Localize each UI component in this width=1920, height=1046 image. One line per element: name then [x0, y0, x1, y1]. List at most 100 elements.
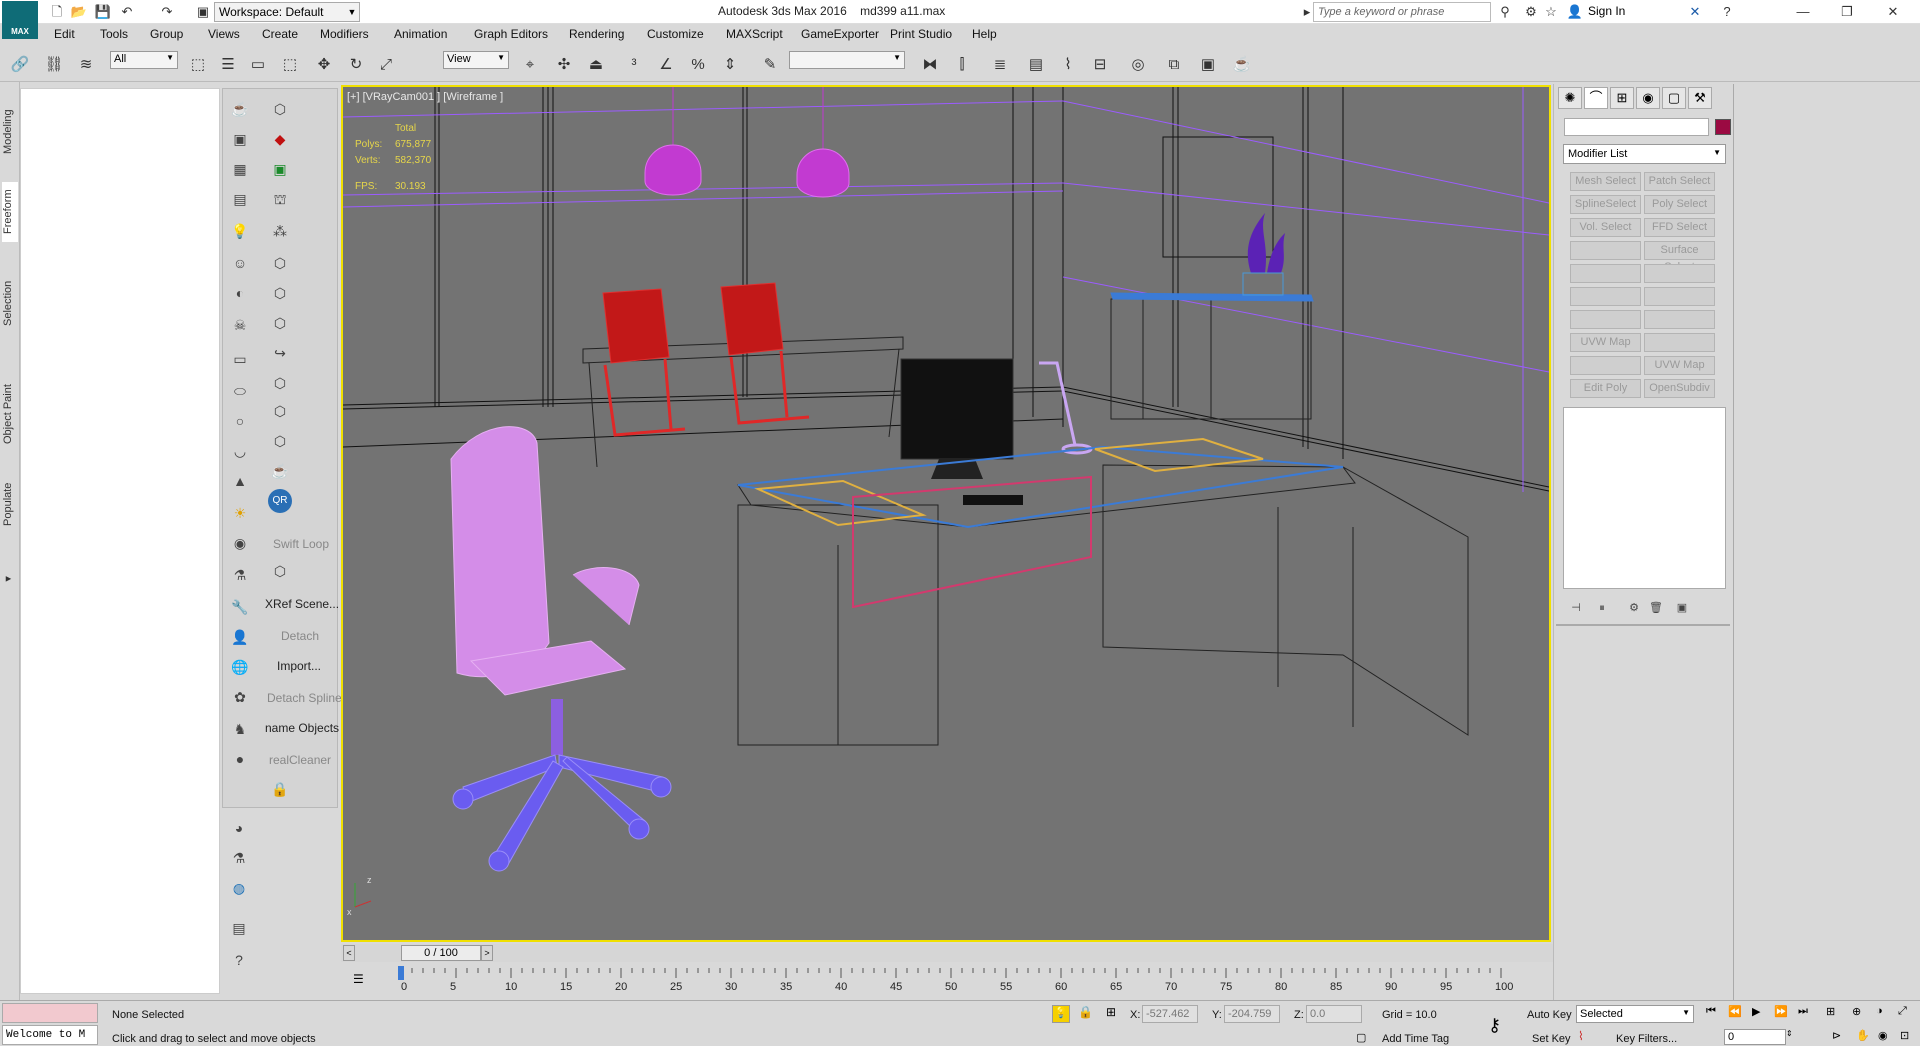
image-viewer-icon[interactable]: ▣: [228, 127, 252, 151]
make-unique-icon[interactable]: ⚙: [1622, 596, 1646, 620]
ref-coord-dropdown[interactable]: View ▼: [443, 51, 509, 69]
pivot-center-icon[interactable]: ⌖: [518, 54, 542, 76]
maxscript-output[interactable]: Welcome to M: [2, 1025, 98, 1045]
modifier-slot-button[interactable]: [1570, 356, 1641, 375]
network-icon[interactable]: ⛫: [268, 187, 292, 211]
circle-icon[interactable]: ○: [228, 409, 252, 433]
menu-rendering[interactable]: Rendering: [569, 27, 624, 41]
menu-help[interactable]: Help: [972, 27, 997, 41]
new-file-icon[interactable]: 🗋: [48, 3, 66, 21]
light-icon[interactable]: 💡: [228, 219, 252, 243]
absolute-mode-icon[interactable]: ⊞: [1106, 1005, 1116, 1019]
modifier-stack[interactable]: [1563, 407, 1726, 589]
time-slider[interactable]: < 0 / 100 >: [341, 944, 1553, 962]
previous-frame-icon[interactable]: ⏪: [1728, 1005, 1742, 1018]
current-frame-field[interactable]: 0: [1724, 1029, 1786, 1045]
menu-graph-editors[interactable]: Graph Editors: [474, 27, 548, 41]
menu-create[interactable]: Create: [262, 27, 298, 41]
surface-select-button[interactable]: Surface Select: [1644, 241, 1715, 273]
horse-icon[interactable]: ♞: [228, 717, 252, 741]
object-color-swatch[interactable]: [1715, 119, 1731, 135]
rename-objects-button[interactable]: name Objects: [265, 721, 339, 735]
render-setup-icon[interactable]: ⧉: [1162, 54, 1186, 76]
patch-select-button[interactable]: Patch Select: [1644, 172, 1715, 191]
orbit-icon[interactable]: ◑: [1876, 1005, 1883, 1017]
close-icon[interactable]: ✕: [1884, 3, 1902, 21]
globe-icon[interactable]: 🌐: [228, 655, 252, 679]
toggle-ribbon-icon[interactable]: ▤: [1024, 54, 1048, 76]
y-coordinate-field[interactable]: -204.759: [1224, 1005, 1280, 1023]
key-mode-dropdown[interactable]: Selected ▼: [1576, 1005, 1694, 1023]
search-input[interactable]: Type a keyword or phrase: [1313, 2, 1491, 22]
keyboard-shortcut-icon[interactable]: ⏏: [584, 54, 608, 76]
poly-select-button[interactable]: Poly Select: [1644, 195, 1715, 214]
teapot-icon[interactable]: ☕: [228, 97, 252, 121]
select-manipulate-icon[interactable]: ✣: [552, 54, 576, 76]
modifier-slot-button[interactable]: [1644, 310, 1715, 329]
maxscript-listener-input[interactable]: [2, 1003, 98, 1023]
zoom-extents-icon[interactable]: ⊕: [1852, 1005, 1861, 1018]
camera-icon[interactable]: ▣: [268, 157, 292, 181]
align-icon[interactable]: ⫿: [950, 54, 974, 76]
select-scale-icon[interactable]: ⤢: [374, 54, 398, 76]
flask-render-icon[interactable]: ⚗: [227, 846, 251, 870]
modifier-slot-button[interactable]: [1644, 287, 1715, 306]
render-icon[interactable]: ☕: [268, 459, 292, 483]
user-icon[interactable]: 👤: [228, 625, 252, 649]
time-configuration-icon[interactable]: ⊞: [1826, 1005, 1835, 1018]
cube-edit-icon[interactable]: ⬡: [268, 371, 292, 395]
auto-key-button[interactable]: Auto Key: [1527, 1009, 1572, 1021]
viewport-label[interactable]: [+] [VRayCam001 ] [Wireframe ]: [347, 91, 503, 103]
current-frame-marker[interactable]: [398, 966, 404, 980]
tab-object-paint[interactable]: Object Paint: [2, 374, 18, 454]
subscription-icon[interactable]: ⚙: [1522, 3, 1540, 21]
plane-icon[interactable]: ▭: [228, 347, 252, 371]
selection-lock-icon[interactable]: 🔒: [1078, 1005, 1093, 1019]
remove-modifier-icon[interactable]: 🗑: [1644, 596, 1668, 620]
play-icon[interactable]: ▶: [1752, 1005, 1760, 1018]
detach-spline-button[interactable]: Detach Spline: [267, 691, 342, 705]
maximize-toggle-icon[interactable]: ⊡: [1900, 1029, 1909, 1042]
show-end-result-icon[interactable]: ⏸: [1590, 596, 1614, 620]
help-icon[interactable]: ?: [1718, 3, 1736, 21]
goto-end-icon[interactable]: ⏭: [1798, 1005, 1808, 1018]
menu-edit[interactable]: Edit: [54, 27, 75, 41]
menu-views[interactable]: Views: [208, 27, 240, 41]
star-icon[interactable]: ☆: [1542, 3, 1560, 21]
menu-gameexporter[interactable]: GameExporter: [801, 27, 879, 41]
window-crossing-icon[interactable]: ⬚: [278, 54, 302, 76]
wrench-icon[interactable]: 🔧: [228, 595, 252, 619]
edit-poly-button[interactable]: Edit Poly: [1570, 379, 1641, 398]
unlink-icon[interactable]: ⛓: [42, 54, 66, 76]
bowl-icon[interactable]: ◡: [228, 439, 252, 463]
key-icon[interactable]: ⚷: [1488, 1015, 1501, 1036]
menu-group[interactable]: Group: [150, 27, 183, 41]
uvw-map-button[interactable]: UVW Map: [1644, 356, 1715, 375]
ellipse-icon[interactable]: ⬭: [228, 379, 252, 403]
ffd-select-button[interactable]: FFD Select: [1644, 218, 1715, 237]
link-icon[interactable]: 🔗: [8, 54, 32, 76]
uvw-map-button[interactable]: UVW Map: [1570, 333, 1641, 352]
minimize-icon[interactable]: —: [1794, 3, 1812, 21]
tab-freeform[interactable]: Freeform: [2, 182, 18, 242]
render-production-icon[interactable]: ☕: [1230, 54, 1254, 76]
snaps-toggle-icon[interactable]: ³: [622, 54, 646, 76]
lock-icon[interactable]: 🔒: [268, 777, 292, 801]
hierarchy-tab-icon[interactable]: ⊞: [1610, 87, 1634, 109]
prev-frame-arrow-icon[interactable]: <: [343, 945, 355, 961]
cube-outline-icon[interactable]: ⬡: [268, 281, 292, 305]
swift-loop-button[interactable]: Swift Loop: [273, 537, 329, 551]
script-icon[interactable]: ▤: [227, 916, 251, 940]
configure-modifier-sets-icon[interactable]: ▣: [1670, 596, 1694, 620]
workspace-dropdown[interactable]: Workspace: Default: [214, 2, 360, 22]
flask-icon[interactable]: ⚗: [228, 563, 252, 587]
calculator-icon[interactable]: ▦: [228, 157, 252, 181]
opensubdiv-button[interactable]: OpenSubdiv: [1644, 379, 1715, 398]
pin-stack-icon[interactable]: ⊣: [1564, 596, 1588, 620]
modifier-list-dropdown[interactable]: Modifier List ▼: [1563, 144, 1726, 164]
globe-render-icon[interactable]: ◍: [227, 876, 251, 900]
material-editor-icon[interactable]: ◎: [1126, 54, 1150, 76]
cube-gray-icon[interactable]: ⬡: [268, 251, 292, 275]
vol-select-button[interactable]: Vol. Select: [1570, 218, 1641, 237]
cube-small-icon[interactable]: ⬡: [268, 559, 292, 583]
